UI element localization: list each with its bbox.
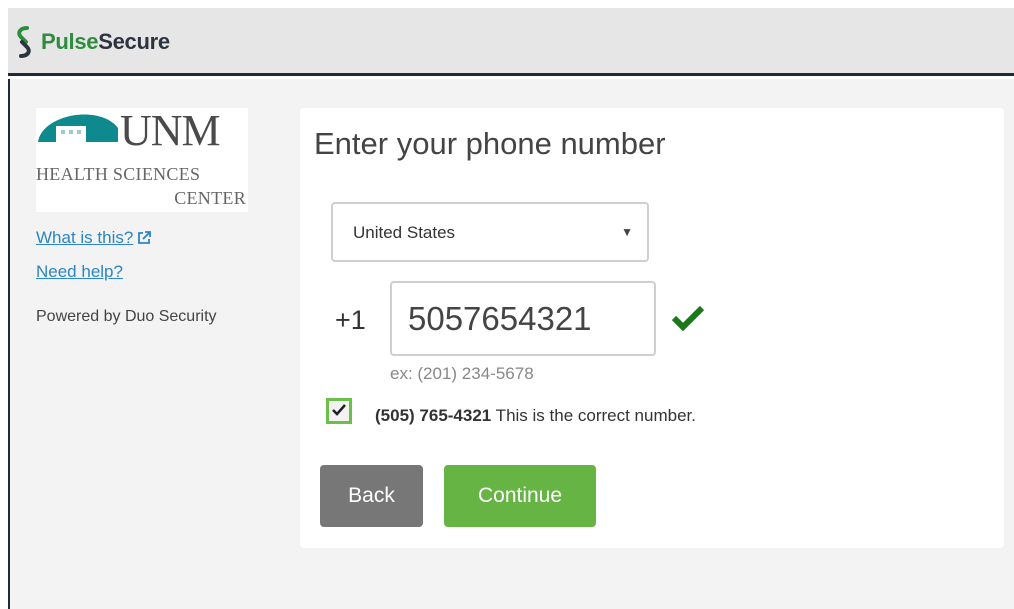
sidebar: UNM HEALTH SCIENCES CENTER What is this?… [36, 108, 266, 326]
need-help-link[interactable]: Need help? [36, 262, 266, 282]
phone-entry-card: Enter your phone number United States ▼ … [300, 108, 1004, 548]
pulse-secure-logo-icon [12, 25, 36, 59]
logo-line2-text: CENTER [174, 188, 246, 208]
country-select-value: United States [353, 223, 456, 242]
phone-number-input[interactable]: 5057654321 [390, 281, 656, 356]
confirm-number-checkbox[interactable] [326, 398, 352, 424]
brand-secure-text: Secure [98, 29, 170, 54]
dropdown-arrow-icon: ▼ [621, 225, 633, 239]
country-code-prefix: +1 [335, 305, 366, 335]
brand-pulse-text: Pulse [41, 29, 99, 54]
unm-hsc-logo: UNM HEALTH SCIENCES CENTER [36, 108, 248, 212]
confirm-number-value: (505) 765-4321 [375, 406, 492, 425]
pulse-secure-brand: PulseSecure [12, 25, 170, 59]
unm-logo-emblem-icon [36, 114, 120, 148]
brand-name: PulseSecure [41, 29, 170, 55]
powered-by-text: Powered by Duo Security [36, 308, 217, 325]
continue-button[interactable]: Continue [444, 465, 596, 527]
phone-number-value: 5057654321 [408, 300, 592, 337]
confirm-number-label: (505) 765-4321 This is the correct numbe… [375, 406, 696, 426]
country-select[interactable]: United States ▼ [331, 202, 649, 262]
page-title: Enter your phone number [314, 126, 666, 161]
what-is-this-link[interactable]: What is this? [36, 228, 266, 250]
logo-org-text: UNM [120, 108, 221, 155]
what-is-this-label: What is this? [36, 228, 134, 247]
phone-example-hint: ex: (201) 234-5678 [390, 364, 534, 383]
checkbox-check-icon [332, 404, 346, 416]
logo-line1-text: HEALTH SCIENCES [36, 164, 201, 184]
checkmark-icon [671, 304, 705, 337]
back-button[interactable]: Back [320, 465, 423, 527]
external-link-icon [137, 230, 152, 250]
confirm-number-text: This is the correct number. [491, 406, 696, 425]
main-content: UNM HEALTH SCIENCES CENTER What is this?… [8, 79, 1014, 609]
top-bar: PulseSecure [8, 8, 1014, 76]
